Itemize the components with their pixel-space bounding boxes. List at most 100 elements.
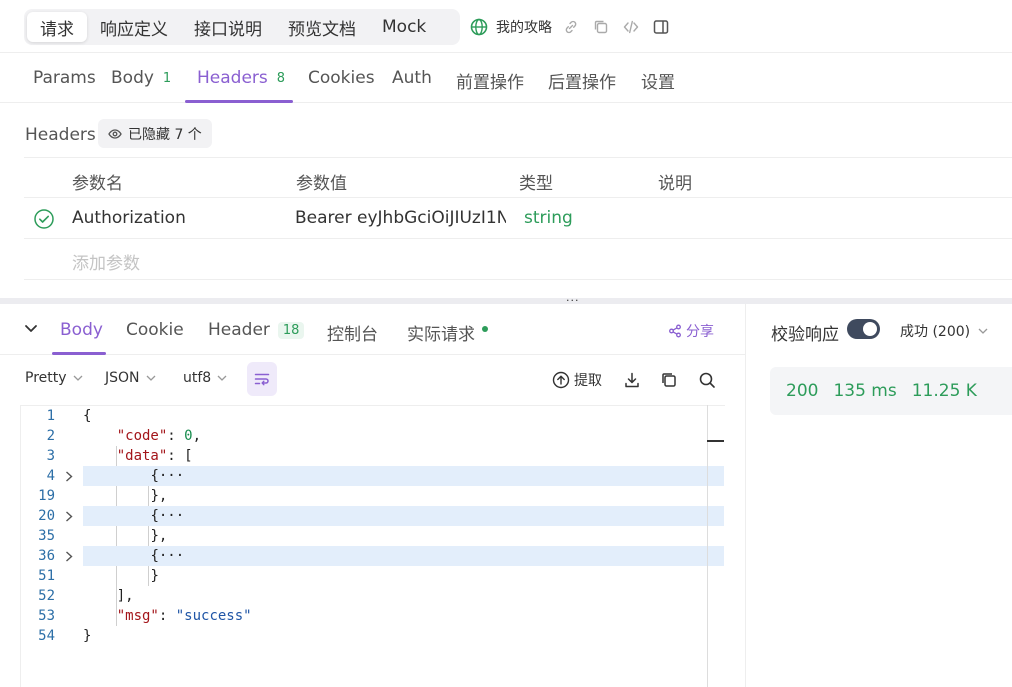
encoding-select[interactable]: utf8	[183, 370, 227, 386]
code-text: "code": 0,	[116, 428, 202, 444]
code-line: 54 }	[21, 626, 724, 646]
format-value: Pretty	[25, 370, 67, 386]
header-value-cell[interactable]: Bearer eyJhbGciOiJIUzI1NiIs	[295, 208, 506, 228]
code-line: 4 {···	[21, 466, 724, 486]
header-type-cell[interactable]: string	[524, 208, 573, 228]
search-icon[interactable]	[698, 371, 716, 389]
tab-params-label: Params	[33, 68, 96, 88]
headers-section-title: Headers	[25, 125, 96, 145]
headers-count-badge: 8	[276, 70, 286, 86]
line-number: 20	[38, 508, 55, 524]
editor-scrollbar-track[interactable]	[707, 405, 708, 687]
token-collapsed[interactable]: {···	[150, 508, 184, 524]
add-param-input[interactable]: 添加参数	[72, 249, 140, 274]
tab-mock[interactable]: Mock	[369, 12, 439, 42]
copy-icon[interactable]	[592, 18, 610, 36]
tab-pre-label: 前置操作	[456, 73, 524, 93]
token-brace: }	[150, 568, 159, 584]
wrap-lines-icon	[254, 373, 270, 386]
request-top-bar: 请求 响应定义 接口说明 预览文档 Mock 我的攻略	[0, 0, 1012, 53]
share-label: 分享	[686, 324, 714, 340]
share-button[interactable]: 分享	[668, 321, 714, 341]
code-text: },	[83, 486, 167, 506]
col-description: 说明	[658, 174, 692, 194]
status-dot-icon	[482, 325, 488, 332]
body-count-badge: 1	[162, 70, 172, 86]
tab-cookies-label: Cookies	[308, 68, 375, 88]
content-type-select[interactable]: JSON	[105, 370, 156, 386]
tab-request[interactable]: 请求	[27, 12, 87, 42]
toggle-knob	[863, 322, 877, 336]
tab-headers[interactable]: Headers 8	[197, 68, 285, 88]
tab-auth[interactable]: Auth	[392, 68, 432, 88]
tab-response-cookie[interactable]: Cookie	[126, 320, 184, 340]
token-brace: },	[150, 488, 168, 504]
tab-console[interactable]: 控制台	[327, 320, 378, 345]
tab-headers-label: Headers	[197, 68, 268, 88]
chevron-right-icon[interactable]	[65, 471, 73, 482]
chevron-right-icon[interactable]	[65, 551, 73, 562]
eye-icon	[108, 128, 122, 139]
tab-settings-label: 设置	[641, 73, 675, 93]
tab-api-description[interactable]: 接口说明	[181, 12, 275, 42]
response-size: 11.25 K	[911, 381, 977, 401]
validate-response-toggle[interactable]	[847, 319, 880, 339]
chevron-right-icon[interactable]	[65, 511, 73, 522]
show-hidden-headers-button[interactable]: 已隐藏 7 个	[98, 119, 212, 148]
drag-dots-icon[interactable]: ···	[566, 295, 580, 306]
tab-post-processors[interactable]: 后置操作	[548, 68, 616, 93]
link-icon[interactable]	[562, 18, 580, 36]
sidebar-toggle-icon[interactable]	[652, 18, 670, 36]
code-text: }	[83, 626, 91, 646]
word-wrap-button[interactable]	[247, 362, 277, 396]
line-number: 35	[38, 528, 55, 544]
tab-preview-docs[interactable]: 预览文档	[275, 12, 369, 42]
line-number: 51	[38, 568, 55, 584]
line-number: 3	[46, 448, 55, 464]
my-guide-link[interactable]: 我的攻略	[496, 17, 552, 37]
expected-status-value: 成功 (200)	[900, 324, 971, 340]
code-line: 53 "msg": "success"	[21, 606, 724, 626]
token-bracket: ],	[116, 588, 134, 604]
hidden-count-label: 已隐藏 7 个	[128, 126, 202, 143]
tab-response-definition[interactable]: 响应定义	[87, 12, 181, 42]
download-icon[interactable]	[623, 371, 641, 389]
tab-cookies[interactable]: Cookies	[308, 68, 375, 88]
chevron-down-icon	[73, 375, 82, 381]
row-enabled-check-icon[interactable]	[34, 209, 54, 229]
extract-button[interactable]: 提取	[552, 370, 602, 390]
tab-response-header[interactable]: Header 18	[208, 320, 305, 340]
token-collapsed[interactable]: {···	[150, 548, 184, 564]
editor-scroll-marker	[707, 440, 724, 442]
code-line: 2 "code": 0,	[21, 426, 724, 446]
token-key: "data"	[116, 448, 168, 464]
chevron-down-icon	[217, 375, 227, 381]
copy-icon[interactable]	[660, 371, 678, 389]
code-text: {···	[83, 546, 184, 566]
token-string: "success"	[175, 608, 252, 624]
table-row: Authorization Bearer eyJhbGciOiJIUzI1NiI…	[24, 198, 1012, 239]
token-key: "msg"	[116, 608, 159, 624]
line-number: 53	[38, 608, 55, 624]
globe-icon[interactable]	[470, 18, 488, 36]
tab-params[interactable]: Params	[33, 68, 96, 88]
response-summary-panel: 校验响应 成功 (200) 200 135 ms 11.25 K	[745, 304, 1012, 687]
tab-pre-processors[interactable]: 前置操作	[456, 68, 524, 93]
response-time: 135 ms	[833, 381, 897, 401]
code-text: {···	[83, 506, 184, 526]
expected-status-select[interactable]: 成功 (200)	[900, 321, 988, 341]
extract-icon	[552, 371, 570, 389]
response-body-editor[interactable]: 1 { 2 "code": 0, 3 "data": [ 4 {··· 19 }…	[20, 405, 725, 687]
tab-settings[interactable]: 设置	[641, 68, 675, 93]
tab-auth-label: Auth	[392, 68, 432, 88]
token-collapsed[interactable]: {···	[150, 468, 184, 484]
header-name-cell[interactable]: Authorization	[72, 208, 186, 228]
tab-body[interactable]: Body 1	[111, 68, 171, 88]
tab-actual-request[interactable]: 实际请求	[407, 320, 488, 345]
code-icon[interactable]	[622, 18, 640, 36]
code-line: 1 {	[21, 406, 724, 426]
format-select[interactable]: Pretty	[25, 370, 83, 386]
tab-response-body[interactable]: Body	[60, 320, 103, 340]
collapse-chevron-icon[interactable]	[24, 324, 38, 334]
col-param-name: 参数名	[72, 174, 123, 194]
